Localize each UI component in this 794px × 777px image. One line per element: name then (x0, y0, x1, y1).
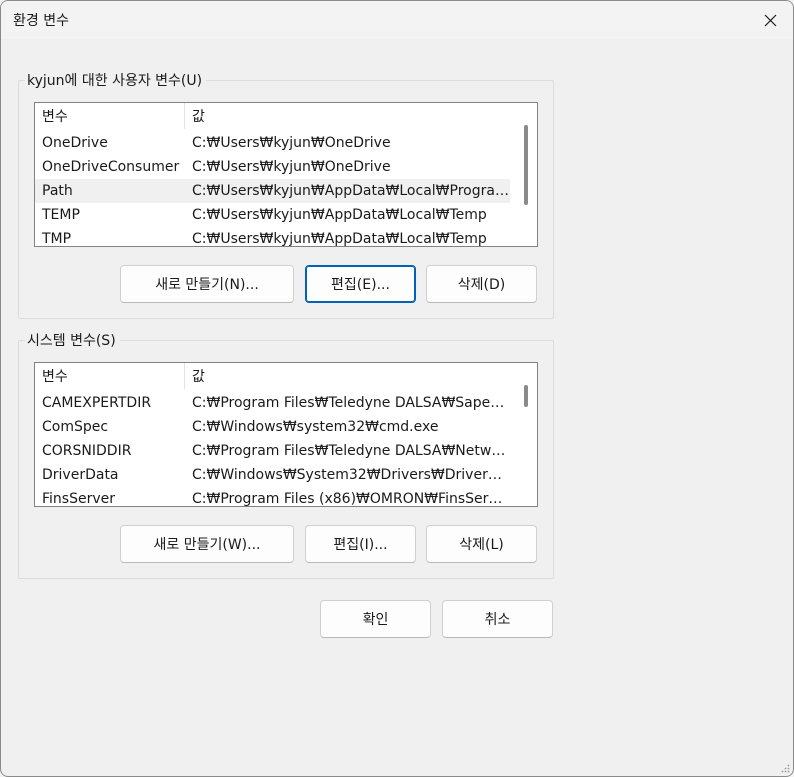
system-variables-label: 시스템 변수(S) (25, 330, 120, 350)
system-variables-list[interactable]: 변수 값 CAMEXPERTDIR C:₩Program Files₩Teled… (34, 362, 538, 507)
variable-name: CORSNIDDIR (42, 443, 132, 459)
variable-value: C:₩Program Files₩Teledyne DALSA₩Sapera₩.… (192, 395, 515, 411)
window-title: 환경 변수 (13, 13, 69, 29)
user-variables-label: kyjun에 대한 사용자 변수(U) (25, 70, 207, 90)
system-delete-button[interactable]: 삭제(L) (426, 525, 537, 563)
scrollbar-thumb[interactable] (524, 385, 528, 407)
ok-button[interactable]: 확인 (320, 600, 431, 638)
variable-value: C:₩Users₩kyjun₩AppData₩Local₩Programs... (192, 183, 515, 199)
user-delete-button[interactable]: 삭제(D) (426, 265, 537, 303)
variable-value: C:₩Windows₩system32₩cmd.exe (192, 419, 439, 435)
table-row[interactable]: OneDrive C:₩Users₩kyjun₩OneDrive (35, 131, 515, 155)
variable-name: CAMEXPERTDIR (42, 395, 152, 411)
table-row[interactable]: TMP C:₩Users₩kyjun₩AppData₩Local₩Temp (35, 227, 515, 247)
cancel-button[interactable]: 취소 (442, 600, 553, 638)
variable-name: Path (42, 183, 73, 199)
user-variables-list[interactable]: 변수 값 OneDrive C:₩Users₩kyjun₩OneDrive On… (34, 102, 538, 247)
list-header: 변수 값 (35, 103, 515, 129)
user-edit-button[interactable]: 편집(E)... (305, 265, 416, 303)
variable-value: C:₩Windows₩System32₩Drivers₩DriverData (192, 467, 515, 483)
table-row[interactable]: FinsServer C:₩Program Files (x86)₩OMRON₩… (35, 487, 515, 507)
variable-value: C:₩Users₩kyjun₩OneDrive (192, 159, 391, 175)
title-bar: 환경 변수 (1, 1, 793, 39)
close-button[interactable] (755, 5, 785, 35)
variable-value: C:₩Users₩kyjun₩AppData₩Local₩Temp (192, 231, 487, 247)
variable-value: C:₩Users₩kyjun₩OneDrive (192, 135, 391, 151)
table-row[interactable]: TEMP C:₩Users₩kyjun₩AppData₩Local₩Temp (35, 203, 515, 227)
table-row-selected[interactable]: Path C:₩Users₩kyjun₩AppData₩Local₩Progra… (35, 179, 515, 203)
close-icon (764, 14, 776, 26)
resize-grip-icon[interactable] (780, 763, 790, 773)
table-row[interactable]: CORSNIDDIR C:₩Program Files₩Teledyne DAL… (35, 439, 515, 463)
variable-name: FinsServer (42, 491, 116, 507)
system-new-button[interactable]: 새로 만들기(W)... (120, 525, 294, 563)
user-new-button[interactable]: 새로 만들기(N)... (120, 265, 294, 303)
system-edit-button[interactable]: 편집(I)... (305, 525, 416, 563)
variable-name: TEMP (42, 207, 80, 223)
column-header-name[interactable]: 변수 (35, 363, 185, 389)
variable-value: C:₩Users₩kyjun₩AppData₩Local₩Temp (192, 207, 487, 223)
table-row[interactable]: DriverData C:₩Windows₩System32₩Drivers₩D… (35, 463, 515, 487)
table-row[interactable]: CAMEXPERTDIR C:₩Program Files₩Teledyne D… (35, 391, 515, 415)
variable-value: C:₩Program Files₩Teledyne DALSA₩Network.… (192, 443, 515, 459)
column-header-value[interactable]: 값 (185, 103, 515, 129)
variable-value: C:₩Program Files (x86)₩OMRON₩FinsServer.… (192, 491, 515, 507)
table-row[interactable]: ComSpec C:₩Windows₩system32₩cmd.exe (35, 415, 515, 439)
scrollbar-thumb[interactable] (524, 125, 528, 205)
environment-variables-dialog: 환경 변수 kyjun에 대한 사용자 변수(U) 변수 값 OneDrive … (0, 0, 794, 777)
list-header: 변수 값 (35, 363, 515, 389)
column-header-value[interactable]: 값 (185, 363, 515, 389)
table-row[interactable]: OneDriveConsumer C:₩Users₩kyjun₩OneDrive (35, 155, 515, 179)
variable-name: TMP (42, 231, 72, 247)
column-header-name[interactable]: 변수 (35, 103, 185, 129)
variable-name: ComSpec (42, 419, 109, 435)
variable-name: OneDriveConsumer (42, 159, 180, 175)
vertical-scrollbar[interactable] (510, 363, 537, 506)
variable-name: OneDrive (42, 135, 108, 151)
variable-name: DriverData (42, 467, 119, 483)
vertical-scrollbar[interactable] (510, 103, 537, 246)
